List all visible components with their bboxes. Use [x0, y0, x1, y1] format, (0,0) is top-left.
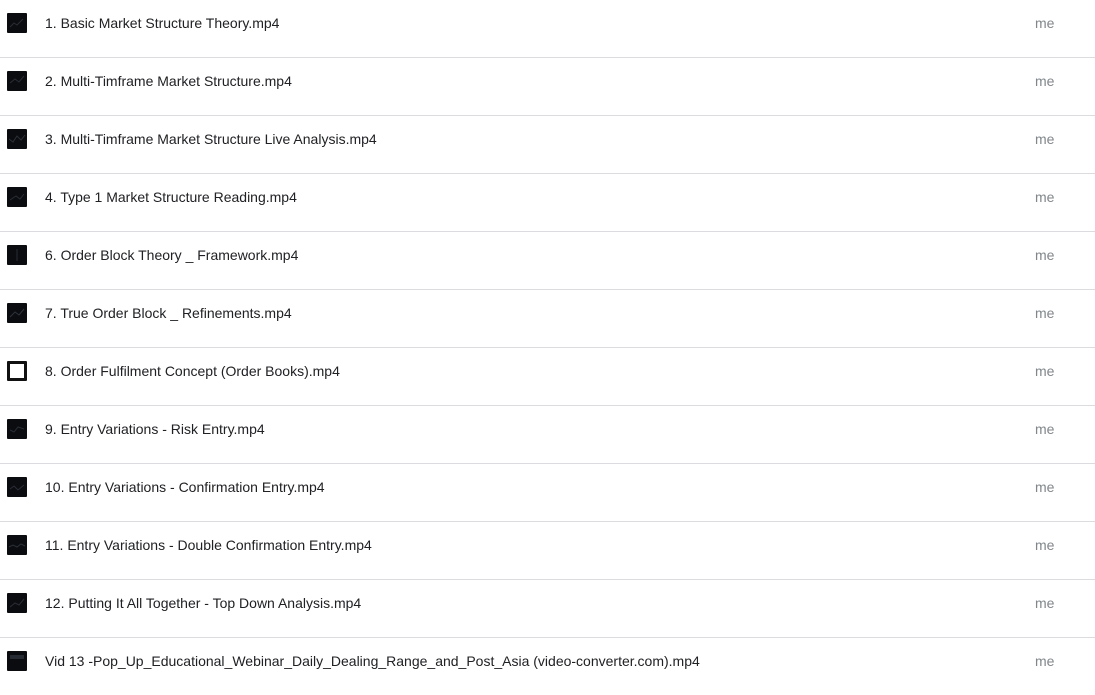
file-owner: me [1035, 305, 1055, 321]
video-thumbnail-icon [7, 419, 27, 439]
file-owner: me [1035, 421, 1055, 437]
file-name: 3. Multi-Timframe Market Structure Live … [45, 131, 377, 147]
file-owner: me [1035, 363, 1055, 379]
file-owner: me [1035, 537, 1055, 553]
file-owner: me [1035, 73, 1055, 89]
file-owner: me [1035, 595, 1055, 611]
file-row[interactable]: 7. True Order Block _ Refinements.mp4 me [0, 290, 1095, 348]
file-name: 10. Entry Variations - Confirmation Entr… [45, 479, 325, 495]
file-name: 12. Putting It All Together - Top Down A… [45, 595, 362, 611]
file-owner: me [1035, 653, 1055, 669]
video-thumbnail-icon [7, 303, 27, 323]
video-thumbnail-icon [7, 535, 27, 555]
file-owner: me [1035, 15, 1055, 31]
video-thumbnail-icon [7, 651, 27, 671]
video-thumbnail-icon [7, 477, 27, 497]
file-name: 6. Order Block Theory _ Framework.mp4 [45, 247, 299, 263]
file-row[interactable]: 9. Entry Variations - Risk Entry.mp4 me [0, 406, 1095, 464]
file-row[interactable]: 4. Type 1 Market Structure Reading.mp4 m… [0, 174, 1095, 232]
file-owner: me [1035, 247, 1055, 263]
file-name: 8. Order Fulfilment Concept (Order Books… [45, 363, 340, 379]
video-thumbnail-icon [7, 71, 27, 91]
file-row[interactable]: 1. Basic Market Structure Theory.mp4 me [0, 0, 1095, 58]
video-thumbnail-icon [7, 187, 27, 207]
video-thumbnail-icon [7, 245, 27, 265]
file-name: 11. Entry Variations - Double Confirmati… [45, 537, 372, 553]
video-thumbnail-icon [7, 361, 27, 381]
file-name: 4. Type 1 Market Structure Reading.mp4 [45, 189, 297, 205]
file-name: 9. Entry Variations - Risk Entry.mp4 [45, 421, 265, 437]
file-owner: me [1035, 131, 1055, 147]
video-thumbnail-icon [7, 13, 27, 33]
file-row[interactable]: 3. Multi-Timframe Market Structure Live … [0, 116, 1095, 174]
file-name: 1. Basic Market Structure Theory.mp4 [45, 15, 280, 31]
file-name: 7. True Order Block _ Refinements.mp4 [45, 305, 292, 321]
file-row[interactable]: 8. Order Fulfilment Concept (Order Books… [0, 348, 1095, 406]
file-row[interactable]: 11. Entry Variations - Double Confirmati… [0, 522, 1095, 580]
video-thumbnail-icon [7, 129, 27, 149]
file-owner: me [1035, 479, 1055, 495]
file-row[interactable]: 2. Multi-Timframe Market Structure.mp4 m… [0, 58, 1095, 116]
file-name: 2. Multi-Timframe Market Structure.mp4 [45, 73, 292, 89]
file-row[interactable]: 10. Entry Variations - Confirmation Entr… [0, 464, 1095, 522]
video-thumbnail-icon [7, 593, 27, 613]
file-list: 1. Basic Market Structure Theory.mp4 me … [0, 0, 1095, 695]
file-row[interactable]: 6. Order Block Theory _ Framework.mp4 me [0, 232, 1095, 290]
file-row[interactable]: Vid 13 -Pop_Up_Educational_Webinar_Daily… [0, 638, 1095, 695]
file-owner: me [1035, 189, 1055, 205]
file-name: Vid 13 -Pop_Up_Educational_Webinar_Daily… [45, 653, 700, 669]
file-row[interactable]: 12. Putting It All Together - Top Down A… [0, 580, 1095, 638]
